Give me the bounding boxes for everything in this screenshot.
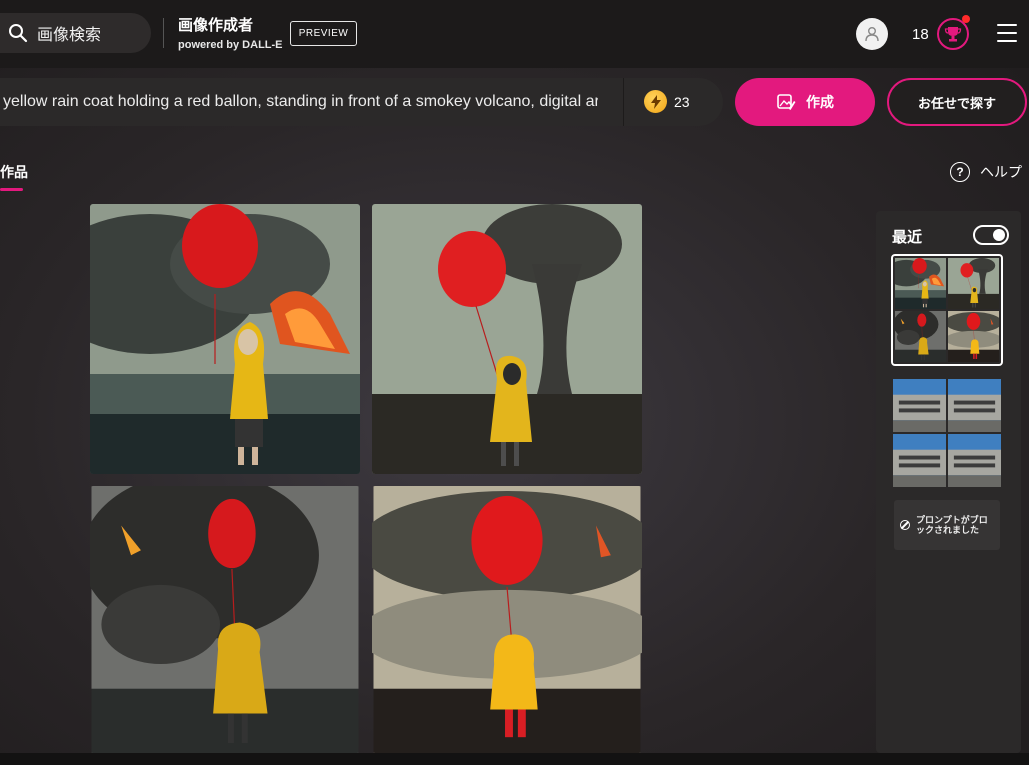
generated-image-1-artwork [90,204,360,474]
search-icon [9,24,28,43]
history-thumbnail [948,258,999,309]
user-avatar-button[interactable] [856,18,888,50]
image-search-button[interactable]: 画像検索 [0,13,151,53]
boost-count: 23 [674,93,690,110]
boost-counter[interactable]: 23 [644,90,690,113]
user-icon [865,27,879,42]
history-item-buildings[interactable] [891,377,1003,489]
lightning-icon [644,90,667,113]
history-item-selected[interactable] [891,254,1003,366]
blocked-prompt-text: プロンプトがブロックされました [916,515,988,535]
active-tab-indicator [0,188,23,191]
generated-image-2-artwork [372,204,642,474]
generated-image-2[interactable] [372,204,642,474]
app-title: 画像作成者 [178,17,254,34]
toggle-knob [993,229,1005,241]
preview-badge: PREVIEW [290,21,357,46]
app-brand[interactable]: 画像作成者 powered by DALL-E [178,14,283,51]
generated-image-3[interactable] [90,486,360,753]
blocked-prompt-item[interactable]: プロンプトがブロックされました [894,500,1000,550]
hamburger-icon [997,32,1017,34]
history-thumbnail [893,379,946,432]
history-thumbnail [893,434,946,487]
top-navigation-bar: 画像検索 画像作成者 powered by DALL-E PREVIEW 18 [0,0,1029,68]
generated-image-1[interactable] [90,204,360,474]
generated-image-4-artwork [372,486,642,753]
generated-image-3-artwork [90,486,360,753]
trophy-icon [944,27,962,42]
tab-creations[interactable]: 作品 [0,162,28,182]
prompt-bar: yellow rain coat holding a red ballon, s… [0,78,723,126]
create-button[interactable]: 作成 [735,78,875,126]
recent-label: 最近 [892,229,923,246]
history-thumbnail [948,311,999,362]
powered-by-label: powered by DALL-E [178,39,283,51]
main-menu-button[interactable] [997,24,1017,42]
history-thumbnail [895,258,946,309]
help-label: ヘルプ [980,164,1022,180]
question-icon: ? [950,162,970,182]
rewards-button[interactable] [937,15,970,50]
prompt-divider [623,78,624,126]
recent-history-panel: 最近 プロンプトがブロックされました [876,211,1021,753]
coin-count: 18 [912,26,929,43]
history-thumbnail [948,434,1001,487]
surprise-me-label: お任せで探す [917,95,996,111]
generated-image-4[interactable] [372,486,642,753]
prohibited-icon [900,520,910,530]
history-thumbnail [895,311,946,362]
prompt-input[interactable]: yellow rain coat holding a red ballon, s… [3,78,598,126]
recent-toggle[interactable] [973,225,1009,245]
hamburger-icon [997,24,1017,26]
help-button[interactable]: ? ヘルプ [950,162,1022,182]
image-edit-icon [777,94,796,110]
hamburger-icon [997,40,1017,42]
notification-dot [962,15,970,23]
history-thumbnail [948,379,1001,432]
image-search-label: 画像検索 [37,27,102,44]
surprise-me-button[interactable]: お任せで探す [887,78,1027,126]
header-divider [163,18,164,48]
create-button-label: 作成 [806,94,834,110]
bottom-edge [0,753,1029,765]
